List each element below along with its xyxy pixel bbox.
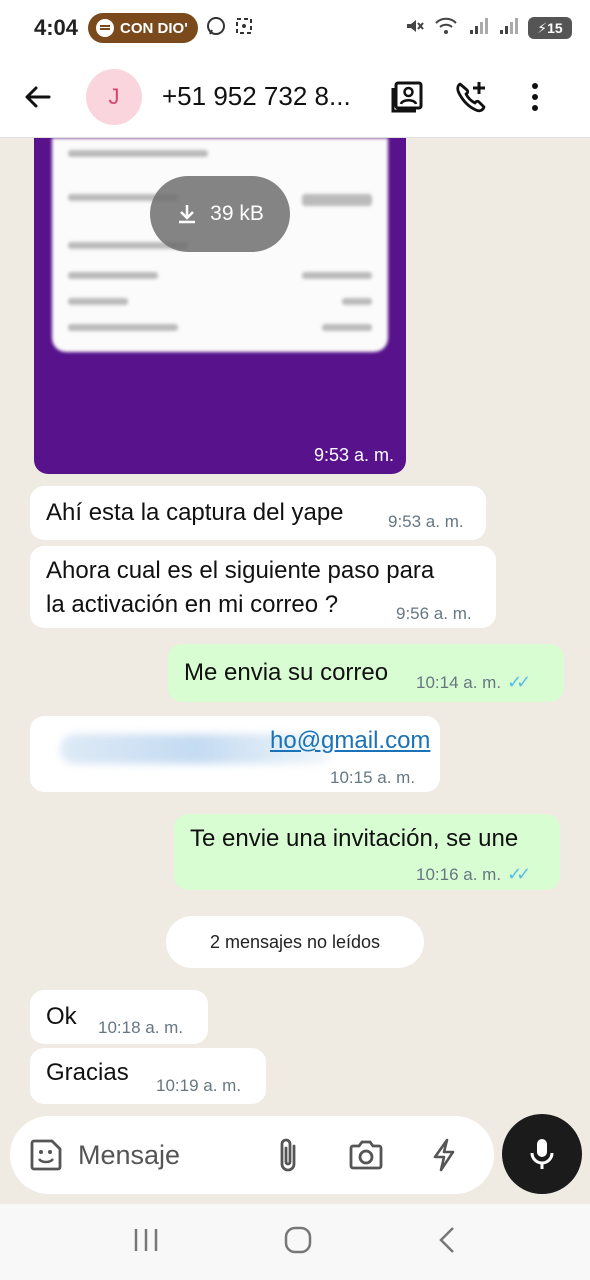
read-ticks-icon: ✓✓: [507, 864, 531, 884]
download-size: 39 kB: [210, 202, 264, 225]
message-time-label: 10:16 a. m.: [416, 865, 502, 884]
attach-button[interactable]: [274, 1136, 302, 1174]
back-nav-button[interactable]: [435, 1225, 459, 1260]
charging-bolt-icon: ⚡: [537, 19, 548, 36]
message-time: 9:56 a. m.: [396, 604, 472, 623]
chat-header: J +51 952 732 8...: [0, 56, 590, 138]
mute-icon: [404, 16, 424, 41]
message-text-line-1: Ahora cual es el siguiente paso para: [46, 557, 435, 584]
image-message[interactable]: 39 kB 9:53 a. m.: [34, 138, 406, 474]
back-button[interactable]: [8, 82, 68, 112]
message-text-line-2: la activación en mi correo ?: [46, 591, 339, 618]
message-bubble-incoming[interactable]: Ahí esta la captura del yape 9:53 a. m.: [30, 486, 486, 540]
contact-name[interactable]: +51 952 732 8...: [162, 81, 368, 112]
sticker-button[interactable]: [28, 1137, 64, 1173]
bolt-icon: [433, 1138, 455, 1172]
whatsapp-notification-icon: [206, 16, 226, 41]
message-bubble-incoming[interactable]: ho@gmail.com 10:15 a. m.: [30, 716, 440, 792]
add-call-icon: [456, 81, 486, 112]
message-text: Te envie una invitación, se une: [190, 825, 519, 852]
chat-area[interactable]: 39 kB 9:53 a. m. Ahí esta la captura del…: [0, 138, 590, 1114]
recents-button[interactable]: [131, 1226, 161, 1259]
add-call-button[interactable]: [446, 80, 496, 114]
back-arrow-icon: [25, 86, 51, 107]
message-time: 10:16 a. m. ✓✓: [416, 864, 531, 885]
quick-reply-button[interactable]: [430, 1137, 458, 1173]
battery-level: 15: [547, 20, 563, 36]
signal-icon-1: [468, 16, 488, 41]
home-icon: [284, 1226, 312, 1253]
home-button[interactable]: [283, 1225, 313, 1260]
message-time: 10:14 a. m. ✓✓: [416, 672, 531, 693]
download-button[interactable]: 39 kB: [150, 176, 290, 252]
back-nav-icon: [439, 1226, 454, 1253]
contact-card-icon: [391, 81, 423, 112]
message-bubble-outgoing[interactable]: Te envie una invitación, se une 10:16 a.…: [174, 814, 560, 890]
message-text: Ahí esta la captura del yape: [46, 499, 344, 526]
status-time: 4:04: [34, 15, 79, 40]
spotify-icon: [96, 19, 115, 37]
camera-icon: [349, 1140, 383, 1170]
message-time-label: 10:14 a. m.: [416, 673, 502, 692]
attach-icon: [280, 1138, 296, 1172]
message-bubble-outgoing[interactable]: Me envia su correo 10:14 a. m. ✓✓: [168, 644, 564, 702]
contact-card-button[interactable]: [382, 80, 432, 114]
system-navigation-bar: [0, 1204, 590, 1280]
status-bar: 4:04 CON DIO' ⚡ 15: [0, 0, 590, 56]
avatar[interactable]: J: [86, 68, 142, 125]
message-input-bar: Mensaje: [10, 1116, 494, 1194]
read-ticks-icon: ✓✓: [507, 672, 531, 692]
unread-messages-divider: 2 mensajes no leídos: [166, 916, 424, 968]
mic-icon: [530, 1139, 554, 1169]
spotify-label: CON DIO': [120, 19, 188, 37]
wifi-icon: [434, 16, 458, 41]
email-link[interactable]: ho@gmail.com: [270, 726, 430, 756]
message-text: Gracias: [46, 1059, 129, 1086]
message-bubble-incoming[interactable]: Ok 10:18 a. m.: [30, 990, 208, 1044]
spotify-now-playing-pill[interactable]: CON DIO': [88, 13, 198, 43]
message-input[interactable]: Mensaje: [78, 1140, 248, 1171]
download-icon: [179, 205, 196, 224]
message-bubble-incoming[interactable]: Gracias 10:19 a. m.: [30, 1048, 266, 1104]
message-time: 10:18 a. m.: [98, 1018, 184, 1037]
battery-indicator: ⚡ 15: [528, 17, 572, 39]
more-vert-icon: [532, 82, 538, 111]
message-text: Ok: [46, 1003, 77, 1030]
image-message-time: 9:53 a. m.: [313, 445, 394, 465]
more-options-button[interactable]: [510, 82, 560, 112]
message-time: 10:19 a. m.: [156, 1076, 242, 1095]
message-text: Me envia su correo: [184, 659, 389, 686]
screenshot-icon: [234, 16, 254, 41]
camera-button[interactable]: [348, 1139, 384, 1171]
message-time: 9:53 a. m.: [388, 512, 464, 531]
sticker-icon: [30, 1139, 62, 1171]
voice-message-button[interactable]: [502, 1114, 582, 1194]
recents-icon: [134, 1228, 158, 1251]
message-time: 10:15 a. m.: [330, 768, 416, 787]
signal-icon-2: [498, 16, 518, 41]
message-bubble-incoming[interactable]: Ahora cual es el siguiente paso para la …: [30, 546, 496, 628]
